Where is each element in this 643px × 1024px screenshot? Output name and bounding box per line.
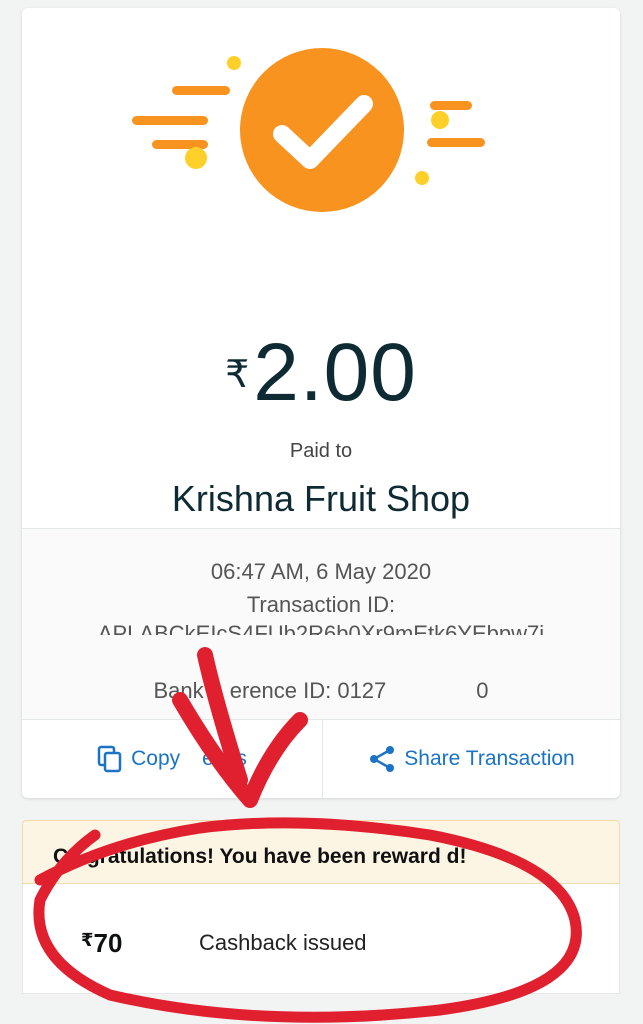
reward-title: Co gratulations! You have been reward d! xyxy=(53,845,467,868)
copy-details-button[interactable]: Copy et ls xyxy=(22,719,322,798)
cashback-amount-value: 70 xyxy=(93,928,123,958)
transaction-details: 06:47 AM, 6 May 2020 Transaction ID: APL… xyxy=(22,529,620,719)
merchant-name: Krishna Fruit Shop xyxy=(171,478,471,519)
cashback-reward[interactable]: ₹70 Cashback issued xyxy=(22,884,620,994)
share-transaction-label: Share Transaction xyxy=(404,746,575,770)
amount-value: 2.00 xyxy=(253,327,417,418)
bank-reference-id: Bank erence ID: 0127 0 xyxy=(22,678,620,704)
bank-reference-prefix: Bank xyxy=(153,678,210,703)
bank-reference-mid: erence ID: 0127 xyxy=(229,678,387,703)
reward-banner: Co gratulations! You have been reward d! xyxy=(22,820,620,884)
share-transaction-button[interactable]: Share Transaction xyxy=(323,719,620,798)
payment-amount: ₹2.00 xyxy=(22,326,620,420)
transaction-id-value[interactable]: APLABCkEIcS4FUb2R6b0Xr9mEtk6YEbpw7j xyxy=(22,621,620,635)
checkmark-circle-icon xyxy=(240,48,404,212)
transaction-id-label: Transaction ID: xyxy=(246,592,396,617)
copy-details-label-start: Copy xyxy=(131,746,181,770)
transaction-datetime: 06:47 AM, 6 May 2020 xyxy=(210,559,432,584)
share-icon xyxy=(370,745,395,772)
copy-details-label-end: et xyxy=(202,746,220,770)
currency-symbol: ₹ xyxy=(225,354,250,396)
copy-details-label-tail: ls xyxy=(231,746,247,770)
currency-symbol: ₹ xyxy=(81,930,94,950)
payment-success-illustration xyxy=(132,48,485,212)
bank-reference-suffix: 0 xyxy=(476,678,489,703)
transaction-actions: Copy et ls Share Transaction xyxy=(22,719,620,798)
cashback-description: Cashback issued xyxy=(199,930,367,955)
copy-icon xyxy=(97,745,122,772)
paid-to-label: Paid to xyxy=(289,440,353,462)
payment-receipt-card: ₹2.00 Paid to Krishna Fruit Shop 06:47 A… xyxy=(22,8,620,798)
cashback-amount: ₹70 xyxy=(81,928,122,959)
